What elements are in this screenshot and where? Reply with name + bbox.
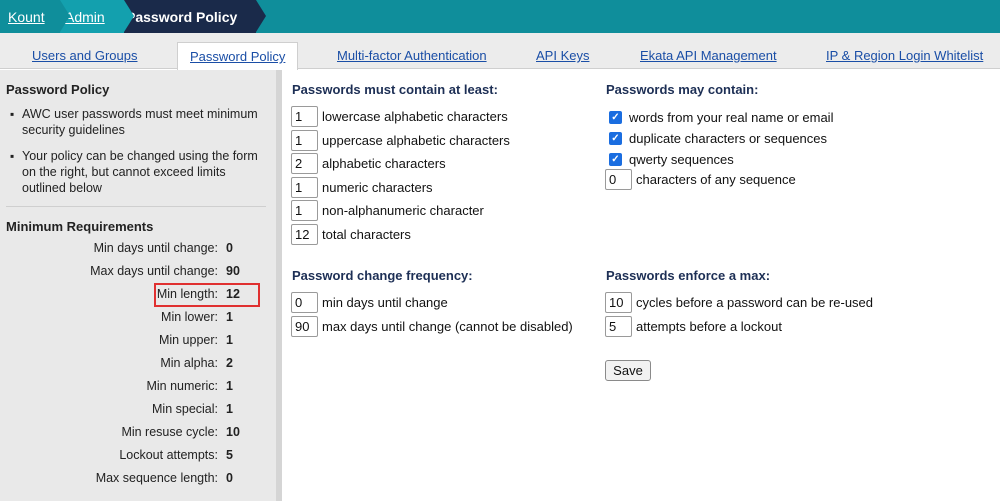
contain-row-label: lowercase alphabetic characters xyxy=(322,109,508,124)
sidebar-divider xyxy=(6,206,266,207)
requirement-label: Min upper: xyxy=(158,333,218,347)
tab-ekata-api-management[interactable]: Ekata API Management xyxy=(640,48,777,63)
tab-multi-factor-authentication[interactable]: Multi-factor Authentication xyxy=(337,48,487,63)
frequency-label: min days until change xyxy=(322,295,448,310)
requirement-label: Min resuse cycle: xyxy=(121,425,218,439)
real-name-checkbox[interactable]: ✓ xyxy=(609,111,622,124)
policy-notes: AWC user passwords must meet minimum sec… xyxy=(10,106,266,206)
requirement-label: Min special: xyxy=(152,402,218,416)
tab-password-policy[interactable]: Password Policy xyxy=(177,42,299,70)
frequency-row-max: 90 max days until change (cannot be disab… xyxy=(291,316,573,337)
enforce-row-attempts: 5 attempts before a lockout xyxy=(605,316,782,337)
breadcrumb: Password Policy Admin Kount xyxy=(0,0,1000,33)
lockout-attempts-input[interactable]: 5 xyxy=(605,316,632,337)
sidebar: Password Policy AWC user passwords must … xyxy=(0,70,282,501)
total-characters-input[interactable]: 12 xyxy=(291,224,318,245)
qwerty-checkbox[interactable]: ✓ xyxy=(609,153,622,166)
min-days-input[interactable]: 0 xyxy=(291,292,318,313)
contain-row-non-alphanumeric: 1 non-alphanumeric character xyxy=(291,200,484,221)
enforce-label: attempts before a lockout xyxy=(636,319,782,334)
breadcrumb-home-link[interactable]: Kount xyxy=(8,9,45,25)
lowercase-input[interactable]: 1 xyxy=(291,106,318,127)
may-contain-row-duplicates: ✓ duplicate characters or sequences xyxy=(609,131,827,146)
may-contain-label: characters of any sequence xyxy=(636,172,796,187)
requirement-row: Min alpha: 2 xyxy=(8,356,248,370)
policy-note: Your policy can be changed using the for… xyxy=(10,148,266,196)
enforce-row-cycles: 10 cycles before a password can be re-use… xyxy=(605,292,873,313)
numeric-input[interactable]: 1 xyxy=(291,177,318,198)
tab-api-keys[interactable]: API Keys xyxy=(536,48,589,63)
max-days-input[interactable]: 90 xyxy=(291,316,318,337)
requirement-label: Min lower: xyxy=(161,310,218,324)
breadcrumb-home[interactable]: Kount xyxy=(0,0,70,33)
min-requirements-title: Minimum Requirements xyxy=(6,219,154,234)
contain-row-label: total characters xyxy=(322,227,411,242)
requirement-label: Max days until change: xyxy=(90,264,218,278)
policy-note: AWC user passwords must meet minimum sec… xyxy=(10,106,266,138)
requirement-value: 1 xyxy=(226,379,233,393)
tab-bar: Users and Groups Password Policy Multi-f… xyxy=(0,33,1000,70)
requirement-value: 2 xyxy=(226,356,233,370)
breadcrumb-current: Password Policy xyxy=(114,0,266,33)
sidebar-title: Password Policy xyxy=(6,82,110,97)
tab-ip-region-login-whitelist[interactable]: IP & Region Login Whitelist xyxy=(826,48,983,63)
uppercase-input[interactable]: 1 xyxy=(291,130,318,151)
contain-row-uppercase: 1 uppercase alphabetic characters xyxy=(291,130,510,151)
requirement-row: Min special: 1 xyxy=(8,402,248,416)
may-contain-section-title: Passwords may contain: xyxy=(606,82,759,97)
contain-row-label: uppercase alphabetic characters xyxy=(322,133,510,148)
reuse-cycles-input[interactable]: 10 xyxy=(605,292,632,313)
non-alphanumeric-input[interactable]: 1 xyxy=(291,200,318,221)
may-contain-label: words from your real name or email xyxy=(629,110,834,125)
requirement-label: Lockout attempts: xyxy=(119,448,218,462)
requirement-label: Min alpha: xyxy=(160,356,218,370)
requirement-value: 1 xyxy=(226,402,233,416)
contain-row-numeric: 1 numeric characters xyxy=(291,177,433,198)
contain-row-total: 12 total characters xyxy=(291,224,411,245)
frequency-label: max days until change (cannot be disable… xyxy=(322,319,573,334)
requirement-row: Min lower: 1 xyxy=(8,310,248,324)
contain-row-lowercase: 1 lowercase alphabetic characters xyxy=(291,106,508,127)
requirement-value: 0 xyxy=(226,241,233,255)
min-length-highlight-box xyxy=(154,283,260,307)
requirement-row: Min days until change: 0 xyxy=(8,241,248,255)
requirement-label: Max sequence length: xyxy=(95,471,218,485)
requirement-label: Min numeric: xyxy=(146,379,218,393)
contain-section-title: Passwords must contain at least: xyxy=(292,82,498,97)
may-contain-row-real-name: ✓ words from your real name or email xyxy=(609,110,833,125)
requirement-row: Max sequence length: 0 xyxy=(8,471,248,485)
requirement-row: Max days until change: 90 xyxy=(8,264,248,278)
requirement-row: Min numeric: 1 xyxy=(8,379,248,393)
sequence-input[interactable]: 0 xyxy=(605,169,632,190)
requirement-row: Lockout attempts: 5 xyxy=(8,448,248,462)
may-contain-row-sequence: 0 characters of any sequence xyxy=(605,169,796,190)
may-contain-row-qwerty: ✓ qwerty sequences xyxy=(609,152,734,167)
contain-row-label: numeric characters xyxy=(322,180,433,195)
may-contain-label: qwerty sequences xyxy=(629,152,734,167)
requirement-value: 90 xyxy=(226,264,240,278)
save-button[interactable]: Save xyxy=(605,360,651,381)
requirement-value: 1 xyxy=(226,310,233,324)
contain-row-label: non-alphanumeric character xyxy=(322,203,484,218)
requirement-value: 10 xyxy=(226,425,240,439)
alphabetic-input[interactable]: 2 xyxy=(291,153,318,174)
tab-users-and-groups[interactable]: Users and Groups xyxy=(32,48,138,63)
may-contain-label: duplicate characters or sequences xyxy=(629,131,828,146)
frequency-row-min: 0 min days until change xyxy=(291,292,448,313)
breadcrumb-admin-link[interactable]: Admin xyxy=(65,9,105,25)
breadcrumb-current-label: Password Policy xyxy=(126,8,238,25)
enforce-section-title: Passwords enforce a max: xyxy=(606,268,771,283)
requirement-value: 5 xyxy=(226,448,233,462)
requirement-row: Min upper: 1 xyxy=(8,333,248,347)
contain-row-alphabetic: 2 alphabetic characters xyxy=(291,153,446,174)
frequency-section-title: Password change frequency: xyxy=(292,268,473,283)
enforce-label: cycles before a password can be re-used xyxy=(636,295,874,310)
requirement-label: Min days until change: xyxy=(93,241,218,255)
duplicates-checkbox[interactable]: ✓ xyxy=(609,132,622,145)
requirement-value: 1 xyxy=(226,333,233,347)
requirement-row: Min resuse cycle: 10 xyxy=(8,425,248,439)
requirement-value: 0 xyxy=(226,471,233,485)
contain-row-label: alphabetic characters xyxy=(322,156,446,171)
